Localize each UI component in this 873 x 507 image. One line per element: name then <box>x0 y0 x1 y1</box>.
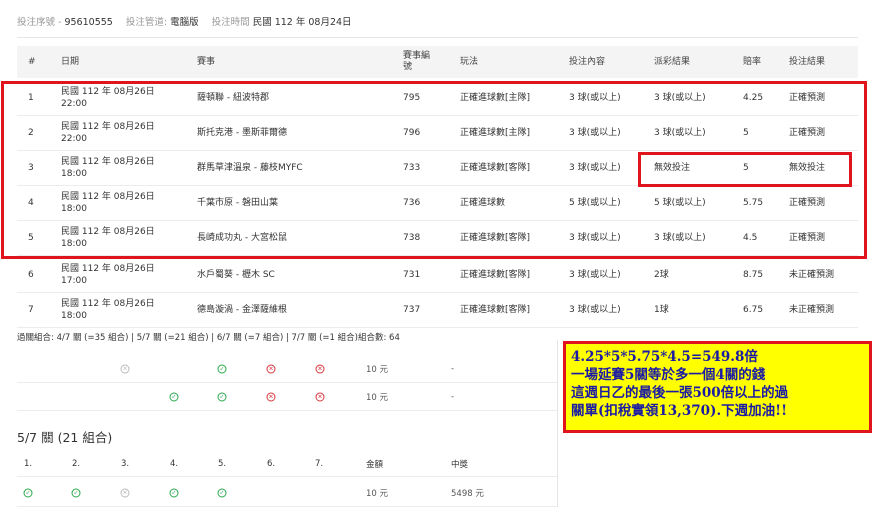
combo-row: ✓ ✓ ✕ ✓ ✓ 10 元 5498 元 <box>17 480 557 507</box>
check-circle-icon: ✓ <box>23 488 33 498</box>
bet-no-label: 投注序號 - <box>17 17 65 28</box>
time-value: 民國 112 年 08月24日 <box>252 17 352 28</box>
table-row: 6 民國 112 年 08月26日 17:00 水戶蜀葵 - 櫪木 SC 731 … <box>17 258 858 293</box>
combo-row: ✓ ✓ ✕ ✕ 10 元 - <box>17 384 557 411</box>
col-date: 日期 <box>61 56 80 67</box>
row-date-day: 民國 112 年 08月26日 <box>61 299 155 309</box>
row-result: 2球 <box>654 270 669 280</box>
divider <box>557 340 558 507</box>
annotation-note: 4.25*5*5.75*4.5=549.8倍 一場延賽5關等於多一個4關的錢 這… <box>563 341 872 433</box>
row-odds: 6.75 <box>743 305 764 315</box>
col-index: # <box>28 56 36 67</box>
combo-amount: 10 元 <box>366 489 389 499</box>
col-match: 賽事 <box>197 56 216 67</box>
combo-col-prize: 中獎 <box>451 459 469 470</box>
col-play: 玩法 <box>460 56 479 67</box>
combo-amount: 10 元 <box>366 393 389 403</box>
row-index: 7 <box>28 305 34 315</box>
combo-header: 1. 2. 3. 4. 5. 6. 7. 金額 中獎 <box>17 451 557 477</box>
row-bet: 3 球(或以上) <box>569 305 621 315</box>
row-status: 未正確預測 <box>789 270 835 280</box>
check-circle-icon: ✓ <box>217 488 227 498</box>
row-play: 正確進球數[客隊] <box>460 270 531 280</box>
col-status: 投注結果 <box>789 56 826 67</box>
row-match: 德島漩渦 - 金澤薩維根 <box>197 305 287 315</box>
combo-prize: - <box>451 392 455 402</box>
row-date-time: 18:00 <box>61 311 87 321</box>
note-line: 一場延賽5關等於多一個4關的錢 <box>571 367 766 383</box>
col-odds: 賠率 <box>743 56 762 67</box>
note-line: 這週日乙的最後一張500倍以上的過 <box>571 385 789 401</box>
bet-meta: 投注序號 - 95610555 投注管道: 電腦版 投注時間 民國 112 年 … <box>17 14 352 28</box>
col-match-id: 賽事編號 <box>403 51 431 72</box>
combo-col-5: 5. <box>218 458 227 469</box>
table-row: 7 民國 112 年 08月26日 18:00 德島漩渦 - 金澤薩維根 737 … <box>17 293 858 328</box>
table-header: # 日期 賽事 賽事編號 玩法 投注內容 派彩結果 賠率 投注結果 <box>17 46 858 78</box>
check-circle-icon: ✓ <box>217 392 227 402</box>
cross-circle-icon: ✕ <box>266 392 276 402</box>
divider <box>17 37 858 38</box>
row-bet: 3 球(或以上) <box>569 270 621 280</box>
row-status: 未正確預測 <box>789 305 835 315</box>
void-circle-icon: ✕ <box>120 488 130 498</box>
channel-value: 電腦版 <box>170 17 199 28</box>
cross-circle-icon: ✕ <box>266 364 276 374</box>
row-match-id: 737 <box>403 305 421 315</box>
row-index: 6 <box>28 270 34 280</box>
combo-row: ✕ ✓ ✕ ✕ 10 元 - <box>17 356 557 383</box>
check-circle-icon: ✓ <box>71 488 81 498</box>
combo-col-2: 2. <box>72 458 81 469</box>
combo-prize: 5498 元 <box>451 489 484 499</box>
cross-circle-icon: ✕ <box>315 364 325 374</box>
row-date-day: 民國 112 年 08月26日 <box>61 264 155 274</box>
combo-amount: 10 元 <box>366 365 389 375</box>
note-line: 4.25*5*5.75*4.5=549.8倍 <box>571 349 758 365</box>
row-play: 正確進球數[客隊] <box>460 305 531 315</box>
row-date: 民國 112 年 08月26日 18:00 <box>61 293 155 327</box>
combo-col-3: 3. <box>121 458 130 469</box>
void-circle-icon: ✕ <box>120 364 130 374</box>
cross-circle-icon: ✕ <box>315 392 325 402</box>
combo-col-7: 7. <box>315 458 324 469</box>
combo-col-4: 4. <box>170 458 179 469</box>
check-circle-icon: ✓ <box>169 488 179 498</box>
bet-no-value: 95610555 <box>64 17 113 28</box>
row-date: 民國 112 年 08月26日 17:00 <box>61 258 155 292</box>
col-bet: 投注內容 <box>569 56 606 67</box>
row-match-id: 731 <box>403 270 421 280</box>
row-result: 1球 <box>654 305 669 315</box>
time-label: 投注時間 <box>211 17 250 28</box>
row-odds: 8.75 <box>743 270 764 280</box>
row-match: 水戶蜀葵 - 櫪木 SC <box>197 270 275 280</box>
check-circle-icon: ✓ <box>169 392 179 402</box>
row-date-time: 17:00 <box>61 276 87 286</box>
check-circle-icon: ✓ <box>217 364 227 374</box>
combo-col-1: 1. <box>24 458 33 469</box>
section-title: 5/7 關 (21 組合) <box>17 430 113 445</box>
highlight-void-bet <box>638 152 852 187</box>
col-result: 派彩結果 <box>654 56 691 67</box>
combo-col-6: 6. <box>267 458 276 469</box>
note-line: 關單(扣稅實領13,370).下週加油!! <box>571 403 787 419</box>
channel-label: 投注管道: <box>125 17 168 28</box>
combo-summary: 過關組合: 4/7 關 (=35 組合) | 5/7 關 (=21 組合) | … <box>17 333 400 343</box>
combo-col-amount: 金額 <box>366 459 384 470</box>
combo-prize: - <box>451 364 455 374</box>
